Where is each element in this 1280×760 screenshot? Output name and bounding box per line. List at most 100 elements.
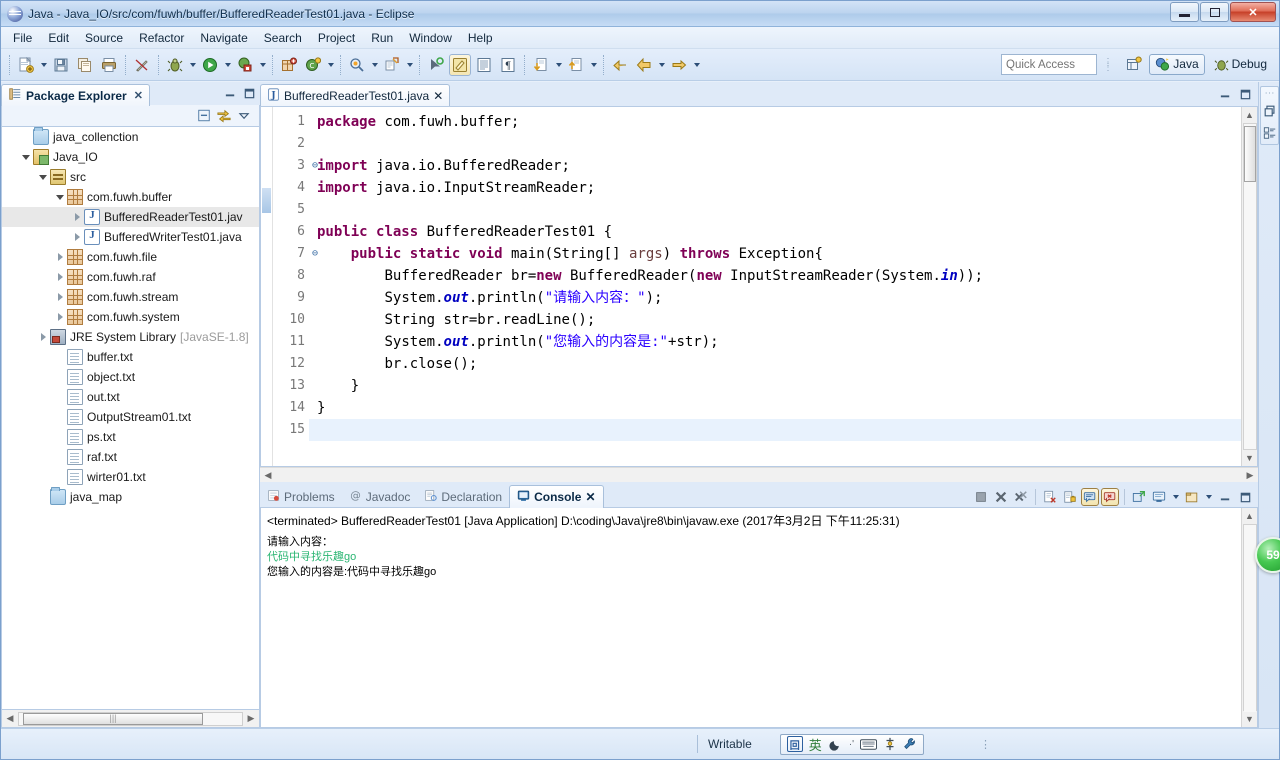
restore-icon[interactable]: [1262, 103, 1277, 118]
minimize-icon[interactable]: [223, 86, 237, 100]
open-type-icon[interactable]: [346, 54, 368, 76]
ime-fullwidth-icon[interactable]: ·': [849, 739, 854, 750]
previous-edit-icon[interactable]: [530, 54, 552, 76]
editor-hscrollbar[interactable]: ◀ ▶: [260, 467, 1258, 482]
remove-launch-icon[interactable]: [992, 488, 1010, 506]
chevron-collapsed-icon[interactable]: [53, 247, 67, 267]
maximize-icon[interactable]: [1236, 488, 1254, 506]
open-console-icon[interactable]: [1183, 488, 1201, 506]
scroll-up-icon[interactable]: ▲: [1242, 107, 1258, 123]
debug-dropdown-icon[interactable]: [187, 54, 198, 76]
run-dropdown-icon[interactable]: [222, 54, 233, 76]
toggle-block-selection-icon[interactable]: [449, 53, 471, 76]
close-icon[interactable]: ✕: [433, 89, 443, 103]
vscroll-track[interactable]: [1242, 123, 1257, 450]
tree-item-outputstream01-txt[interactable]: OutputStream01.txt: [2, 407, 259, 427]
menu-project[interactable]: Project: [310, 28, 363, 48]
run-icon[interactable]: [199, 54, 221, 76]
scroll-down-icon[interactable]: ▼: [1242, 450, 1258, 466]
chevron-collapsed-icon[interactable]: [53, 307, 67, 327]
menu-edit[interactable]: Edit: [40, 28, 77, 48]
ime-settings-icon[interactable]: [903, 737, 917, 751]
tree-item-jre-system-library[interactable]: JRE System Library [JavaSE-1.8]: [2, 327, 259, 347]
back-icon[interactable]: [633, 54, 655, 76]
tab-package-explorer[interactable]: Package Explorer ✕: [1, 84, 150, 106]
ime-logo-icon[interactable]: 回: [786, 736, 803, 752]
console-output[interactable]: <terminated> BufferedReaderTest01 [Java …: [261, 508, 1241, 727]
external-tools-icon[interactable]: [234, 54, 256, 76]
back-dropdown-icon[interactable]: [656, 54, 667, 76]
chevron-collapsed-icon[interactable]: [53, 267, 67, 287]
hscroll-thumb[interactable]: [23, 712, 203, 725]
menu-help[interactable]: Help: [460, 28, 501, 48]
scroll-lock-icon[interactable]: [1061, 488, 1079, 506]
menu-refactor[interactable]: Refactor: [131, 28, 192, 48]
display-selected-console-icon[interactable]: [1150, 488, 1168, 506]
scroll-right-icon[interactable]: ▶: [1242, 467, 1258, 483]
code-line[interactable]: System.out.println("您输入的内容是:"+str);: [309, 331, 1241, 353]
maximize-icon[interactable]: [1238, 87, 1252, 101]
vscroll-thumb[interactable]: [1243, 527, 1256, 712]
chevron-collapsed-icon[interactable]: [53, 287, 67, 307]
code-line[interactable]: BufferedReader br=new BufferedReader(new…: [309, 265, 1241, 287]
open-type-dropdown-icon[interactable]: [369, 54, 380, 76]
tree-item-ps-txt[interactable]: ps.txt: [2, 427, 259, 447]
tree-item-wirter01-txt[interactable]: wirter01.txt: [2, 467, 259, 487]
next-edit-dropdown-icon[interactable]: [588, 54, 599, 76]
scroll-left-icon[interactable]: ◀: [260, 467, 276, 483]
search-dropdown-icon[interactable]: [404, 54, 415, 76]
console-vscrollbar[interactable]: ▲ ▼: [1241, 508, 1257, 727]
close-icon[interactable]: ✕: [585, 490, 595, 504]
code-line[interactable]: }: [309, 375, 1241, 397]
close-button[interactable]: ✕: [1230, 2, 1276, 22]
link-with-editor-icon[interactable]: [217, 109, 231, 123]
new-wizard-icon[interactable]: [15, 54, 37, 76]
code-line[interactable]: import java.io.InputStreamReader;: [309, 177, 1241, 199]
ime-toolbox-icon[interactable]: [883, 737, 897, 751]
tree-item-bufferedreadertest01-jav[interactable]: BufferedReaderTest01.jav: [2, 207, 259, 227]
source-code[interactable]: package com.fuwh.buffer; import java.io.…: [309, 107, 1241, 466]
toolbar-grip[interactable]: ⋮ ⋮: [1103, 57, 1113, 72]
pin-console-icon[interactable]: [1130, 488, 1148, 506]
tree-item-com-fuwh-buffer[interactable]: com.fuwh.buffer: [2, 187, 259, 207]
hscroll-track[interactable]: [18, 711, 243, 726]
tree-item-java-map[interactable]: java_map: [2, 487, 259, 507]
annotation-ruler[interactable]: [261, 107, 273, 466]
tab-console[interactable]: Console ✕: [509, 485, 604, 508]
chevron-collapsed-icon[interactable]: [36, 327, 50, 347]
minimize-button[interactable]: [1170, 2, 1199, 22]
new-java-class-icon[interactable]: C: [302, 54, 324, 76]
chevron-expanded-icon[interactable]: [19, 147, 33, 167]
debug-icon[interactable]: [164, 54, 186, 76]
minimize-icon[interactable]: [1216, 488, 1234, 506]
code-line[interactable]: String str=br.readLine();: [309, 309, 1241, 331]
display-console-dropdown-icon[interactable]: [1170, 486, 1181, 508]
chevron-expanded-icon[interactable]: [53, 187, 67, 207]
next-edit-icon[interactable]: [565, 54, 587, 76]
package-explorer-hscrollbar[interactable]: ◀ ▶: [1, 710, 260, 728]
menu-window[interactable]: Window: [401, 28, 460, 48]
perspective-java[interactable]: Java: [1149, 53, 1205, 75]
progress-orb[interactable]: 59: [1255, 537, 1280, 573]
code-line[interactable]: [309, 199, 1241, 221]
save-icon[interactable]: [50, 54, 72, 76]
remove-all-launches-icon[interactable]: [1012, 488, 1030, 506]
outline-view-icon[interactable]: [1262, 125, 1277, 140]
open-console-dropdown-icon[interactable]: [1203, 486, 1214, 508]
minimize-icon[interactable]: [1218, 87, 1232, 101]
code-line[interactable]: public class BufferedReaderTest01 {: [309, 221, 1241, 243]
code-line[interactable]: package com.fuwh.buffer;: [309, 111, 1241, 133]
toggle-mark-occurrences-icon[interactable]: [131, 54, 153, 76]
status-grip[interactable]: ⋮: [980, 738, 993, 751]
tree-item-buffer-txt[interactable]: buffer.txt: [2, 347, 259, 367]
perspective-debug[interactable]: Debug: [1208, 54, 1273, 75]
scroll-up-icon[interactable]: ▲: [1242, 508, 1258, 524]
show-console-on-error-icon[interactable]: [1101, 488, 1119, 506]
code-line[interactable]: System.out.println("请输入内容：");: [309, 287, 1241, 309]
next-annotation-icon[interactable]: [425, 54, 447, 76]
tab-problems[interactable]: Problems: [260, 485, 342, 508]
tree-item-com-fuwh-stream[interactable]: com.fuwh.stream: [2, 287, 259, 307]
tab-declaration[interactable]: Declaration: [417, 485, 509, 508]
close-icon[interactable]: ✕: [134, 89, 143, 102]
maximize-icon[interactable]: [242, 86, 256, 100]
